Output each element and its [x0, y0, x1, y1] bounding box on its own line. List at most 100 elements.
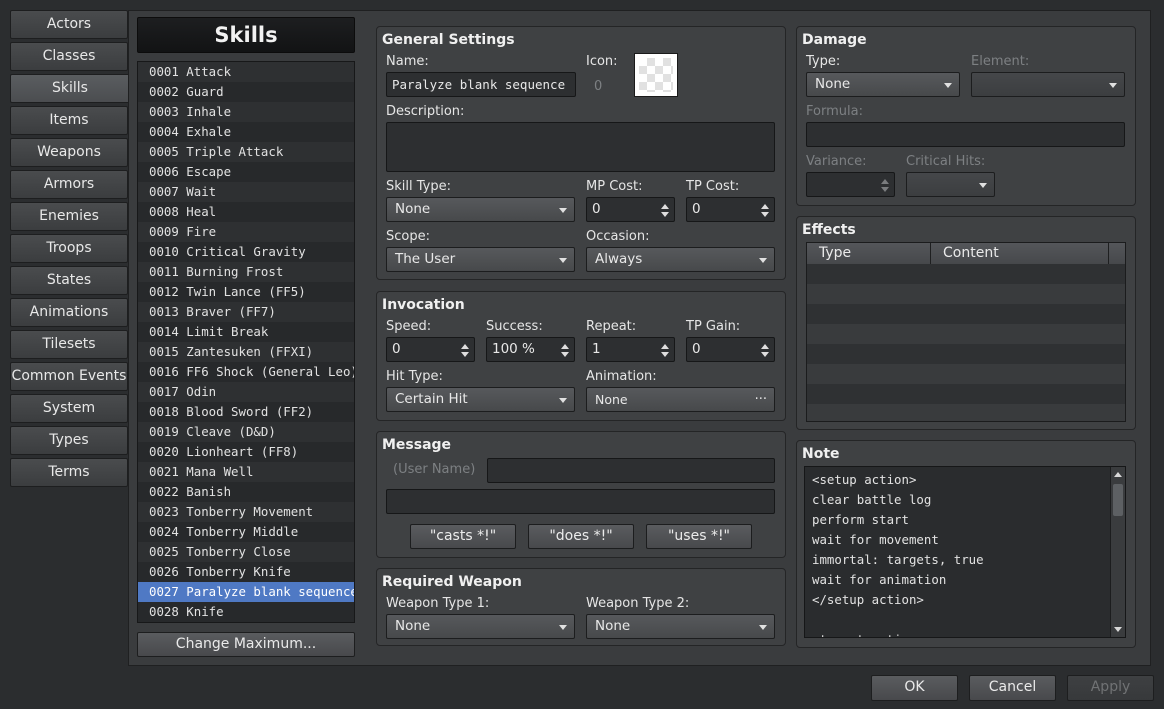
spin-up-icon[interactable] [661, 344, 669, 349]
spin-up-icon[interactable] [661, 204, 669, 209]
effects-row[interactable] [807, 324, 1125, 344]
spin-up-icon[interactable] [881, 179, 889, 184]
skill-list-item[interactable]: 0004 Exhale [138, 122, 354, 142]
skill-list-item[interactable]: 0023 Tonberry Movement [138, 502, 354, 522]
spin-down-icon[interactable] [461, 352, 469, 357]
skill-type-select[interactable]: None [386, 197, 575, 222]
effects-table[interactable]: Type Content [806, 242, 1126, 422]
spin-down-icon[interactable] [881, 187, 889, 192]
note-textarea[interactable]: <setup action> clear battle log perform st… [804, 466, 1126, 638]
nav-tab-tilesets[interactable]: Tilesets [10, 330, 128, 359]
skill-list-item[interactable]: 0006 Escape [138, 162, 354, 182]
uses-preset-button[interactable]: "uses *!" [646, 524, 752, 549]
spin-down-icon[interactable] [661, 212, 669, 217]
damage-type-select[interactable]: None [806, 72, 960, 97]
skill-list-item[interactable]: 0009 Fire [138, 222, 354, 242]
effects-row[interactable] [807, 264, 1125, 284]
apply-button[interactable]: Apply [1067, 675, 1154, 701]
nav-tab-terms[interactable]: Terms [10, 458, 128, 487]
skill-list-item[interactable]: 0013 Braver (FF7) [138, 302, 354, 322]
nav-tab-troops[interactable]: Troops [10, 234, 128, 263]
spin-down-icon[interactable] [761, 212, 769, 217]
nav-tab-actors[interactable]: Actors [10, 10, 128, 39]
ok-button[interactable]: OK [871, 675, 958, 701]
critical-hits-select[interactable] [906, 172, 995, 197]
element-select[interactable] [971, 72, 1125, 97]
skill-list-item[interactable]: 0018 Blood Sword (FF2) [138, 402, 354, 422]
occasion-select[interactable]: Always [586, 247, 775, 272]
effects-row[interactable] [807, 404, 1125, 421]
skill-list-item[interactable]: 0005 Triple Attack [138, 142, 354, 162]
tp-cost-spinner[interactable]: 0 [686, 197, 775, 222]
skill-list-item[interactable]: 0014 Limit Break [138, 322, 354, 342]
nav-tab-enemies[interactable]: Enemies [10, 202, 128, 231]
skill-list-item[interactable]: 0008 Heal [138, 202, 354, 222]
skill-list[interactable]: 0001 Attack 0002 Guard 0003 Inhale 0004 Exh… [137, 61, 355, 623]
nav-tab-classes[interactable]: Classes [10, 42, 128, 71]
skill-list-item[interactable]: 0028 Knife [138, 602, 354, 622]
spin-down-icon[interactable] [761, 352, 769, 357]
weapon-type1-select[interactable]: None [386, 614, 575, 639]
skill-list-item[interactable]: 0001 Attack [138, 62, 354, 82]
effects-row[interactable] [807, 384, 1125, 404]
skill-list-item[interactable]: 0002 Guard [138, 82, 354, 102]
spin-up-icon[interactable] [761, 344, 769, 349]
skill-list-item[interactable]: 0021 Mana Well [138, 462, 354, 482]
skill-list-item[interactable]: 0025 Tonberry Close [138, 542, 354, 562]
hit-type-select[interactable]: Certain Hit [386, 387, 575, 412]
skill-list-item[interactable]: 0003 Inhale [138, 102, 354, 122]
nav-tab-weapons[interactable]: Weapons [10, 138, 128, 167]
scrollbar-thumb[interactable] [1113, 484, 1123, 516]
skill-list-item[interactable]: 0012 Twin Lance (FF5) [138, 282, 354, 302]
name-input[interactable]: Paralyze blank sequence [386, 72, 576, 97]
nav-tab-animations[interactable]: Animations [10, 298, 128, 327]
casts-preset-button[interactable]: "casts *!" [410, 524, 516, 549]
skill-list-item[interactable]: 0020 Lionheart (FF8) [138, 442, 354, 462]
nav-tab-types[interactable]: Types [10, 426, 128, 455]
variance-spinner[interactable] [806, 172, 895, 197]
skill-list-item[interactable]: 0022 Banish [138, 482, 354, 502]
weapon-type2-select[interactable]: None [586, 614, 775, 639]
skill-list-item[interactable]: 0011 Burning Frost [138, 262, 354, 282]
scope-select[interactable]: The User [386, 247, 575, 272]
skill-list-item[interactable]: 0017 Odin [138, 382, 354, 402]
tp-gain-spinner[interactable]: 0 [686, 337, 775, 362]
effects-row[interactable] [807, 284, 1125, 304]
skill-list-item[interactable]: 0016 FF6 Shock (General Leo) [138, 362, 354, 382]
nav-tab-common-events[interactable]: Common Events [10, 362, 128, 391]
message-line1-input[interactable] [487, 458, 775, 483]
skill-list-item[interactable]: 0027 Paralyze blank sequence [138, 582, 354, 602]
effects-row[interactable] [807, 364, 1125, 384]
spin-up-icon[interactable] [761, 204, 769, 209]
effects-column-type[interactable]: Type [807, 243, 931, 264]
spin-down-icon[interactable] [561, 352, 569, 357]
effects-row[interactable] [807, 304, 1125, 324]
speed-spinner[interactable]: 0 [386, 337, 475, 362]
does-preset-button[interactable]: "does *!" [528, 524, 634, 549]
effects-column-content[interactable]: Content [931, 243, 1109, 264]
description-input[interactable] [386, 122, 775, 172]
nav-tab-armors[interactable]: Armors [10, 170, 128, 199]
spin-up-icon[interactable] [561, 344, 569, 349]
nav-tab-skills[interactable]: Skills [10, 74, 130, 103]
change-maximum-button[interactable]: Change Maximum... [137, 632, 355, 657]
scroll-down-icon[interactable] [1114, 627, 1122, 632]
icon-picker[interactable] [634, 53, 678, 97]
success-spinner[interactable]: 100 % [486, 337, 575, 362]
spin-up-icon[interactable] [461, 344, 469, 349]
effects-row[interactable] [807, 344, 1125, 364]
cancel-button[interactable]: Cancel [969, 675, 1056, 701]
skill-list-item[interactable]: 0007 Wait [138, 182, 354, 202]
skill-list-item[interactable]: 0010 Critical Gravity [138, 242, 354, 262]
nav-tab-system[interactable]: System [10, 394, 128, 423]
repeat-spinner[interactable]: 1 [586, 337, 675, 362]
nav-tab-items[interactable]: Items [10, 106, 128, 135]
skill-list-item[interactable]: 0019 Cleave (D&D) [138, 422, 354, 442]
skill-list-item[interactable]: 0026 Tonberry Knife [138, 562, 354, 582]
spin-down-icon[interactable] [661, 352, 669, 357]
message-line2-input[interactable] [386, 489, 775, 514]
skill-list-item[interactable]: 0015 Zantesuken (FFXI) [138, 342, 354, 362]
note-scrollbar[interactable] [1110, 467, 1125, 637]
formula-input[interactable] [806, 122, 1125, 147]
scroll-up-icon[interactable] [1114, 472, 1122, 477]
